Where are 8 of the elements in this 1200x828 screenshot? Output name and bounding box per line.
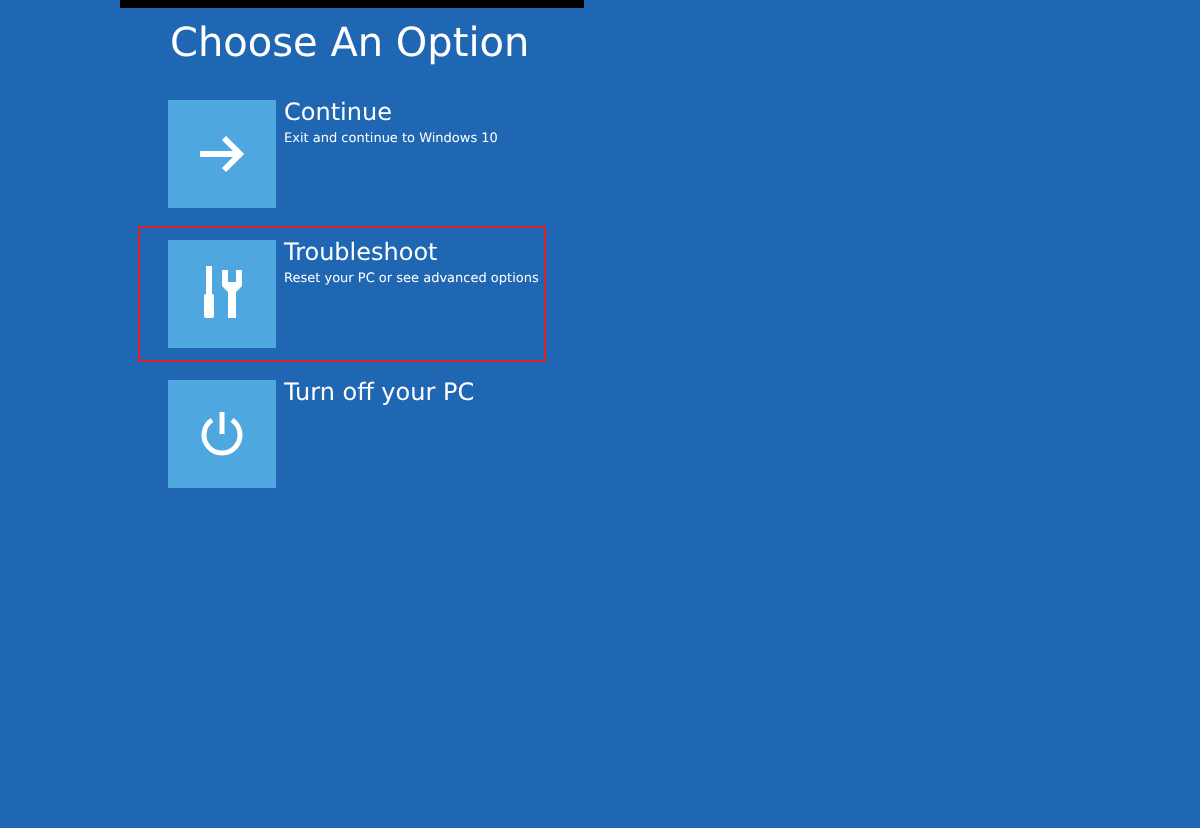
option-label: Turn off your PC (284, 378, 475, 406)
tools-icon (200, 266, 244, 322)
arrow-icon (196, 134, 248, 174)
page-title: Choose An Option (170, 16, 532, 68)
option-item[interactable]: Turn off your PC (138, 366, 546, 502)
power-icon (196, 408, 248, 460)
option-label: Troubleshoot (284, 238, 438, 266)
option-label: Continue (284, 98, 392, 126)
